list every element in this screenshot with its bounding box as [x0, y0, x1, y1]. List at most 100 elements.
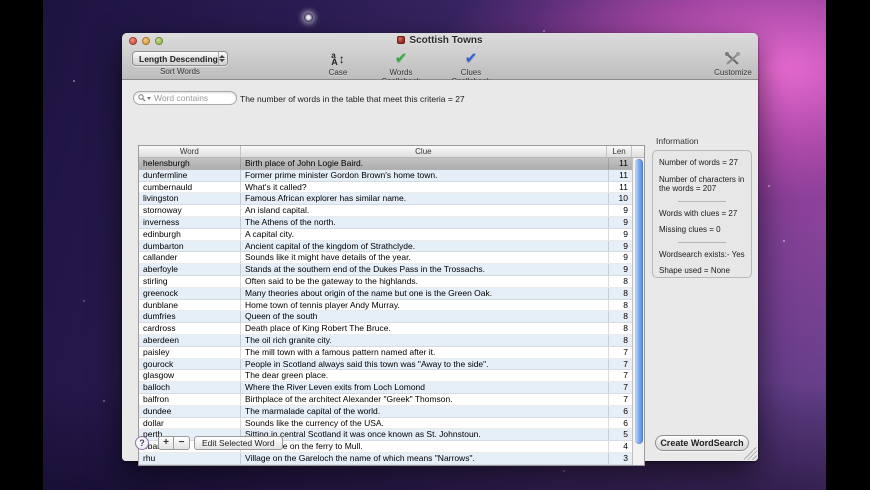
table-row[interactable]: glasgow The dear green place. 7: [139, 370, 644, 383]
scrollbar-thumb[interactable]: [634, 159, 643, 445]
len-cell: 6: [609, 417, 634, 429]
len-cell: 8: [609, 275, 634, 287]
clue-cell: The Athens of the north.: [241, 216, 609, 228]
create-wordsearch-button[interactable]: Create WordSearch: [655, 435, 749, 451]
len-cell: 9: [609, 228, 634, 240]
desktop: Scottish Towns Length Descending Sort Wo…: [0, 0, 870, 490]
word-cell: livingston: [139, 193, 241, 205]
edit-selected-word-button[interactable]: Edit Selected Word: [194, 436, 283, 450]
len-cell: 7: [609, 346, 634, 358]
clue-cell: The dear green place.: [241, 370, 609, 382]
sort-words-popup[interactable]: Length Descending: [132, 51, 228, 66]
table-header: Word Clue Len: [139, 146, 644, 158]
table-row[interactable]: dumbarton Ancient capital of the kingdom…: [139, 240, 644, 253]
table-row[interactable]: helensburgh Birth place of John Logie Ba…: [139, 158, 644, 170]
table-row[interactable]: dumfries Queen of the south 8: [139, 311, 644, 324]
clue-cell: Sounds like it might have details of the…: [241, 252, 609, 264]
search-input[interactable]: Word contains: [133, 91, 237, 105]
sort-words-label: Sort Words: [160, 67, 200, 76]
len-cell: 7: [609, 382, 634, 393]
len-cell: 7: [609, 393, 634, 405]
sort-words-group: Length Descending Sort Words: [130, 51, 230, 76]
len-cell: 11: [609, 181, 634, 193]
table-row[interactable]: edinburgh A capital city. 9: [139, 228, 644, 241]
word-cell: balfron: [139, 393, 241, 405]
column-header-clue[interactable]: Clue: [241, 146, 608, 157]
add-remove-segment: + −: [158, 436, 190, 450]
len-cell: 7: [609, 358, 634, 370]
word-cell: cumbernauld: [139, 181, 241, 193]
word-cell: greenock: [139, 287, 241, 299]
word-cell: glasgow: [139, 370, 241, 382]
table-row[interactable]: dunfermline Former prime minister Gordon…: [139, 169, 644, 182]
info-panel: Number of words = 27 Number of character…: [652, 150, 752, 278]
clue-cell: Home town of tennis player Andy Murray.: [241, 299, 609, 311]
case-button[interactable]: aA ↕ Case: [320, 51, 356, 78]
window-title: Scottish Towns: [409, 35, 483, 46]
vertical-scrollbar[interactable]: [632, 158, 644, 465]
word-cell: callander: [139, 252, 241, 264]
word-cell: dumfries: [139, 311, 241, 323]
column-header-word[interactable]: Word: [139, 146, 241, 157]
table-row[interactable]: dundee The marmalade capital of the worl…: [139, 405, 644, 418]
table-row[interactable]: stirling Often said to be the gateway to…: [139, 275, 644, 288]
add-word-button[interactable]: +: [158, 436, 174, 450]
table-row[interactable]: aberdeen The oil rich granite city. 8: [139, 334, 644, 347]
info-panel-title: Information: [656, 136, 699, 146]
crossed-tools-icon: [725, 52, 740, 65]
clue-cell: People in Scotland always said this town…: [241, 358, 609, 370]
table-row[interactable]: stornoway An island capital. 9: [139, 205, 644, 217]
len-cell: 7: [609, 370, 634, 382]
table-row[interactable]: gourock People in Scotland always said t…: [139, 358, 644, 371]
clue-cell: Many theories about origin of the name b…: [241, 287, 609, 299]
table-row[interactable]: dollar Sounds like the currency of the U…: [139, 417, 644, 430]
window-title-wrap: Scottish Towns: [122, 35, 758, 46]
len-cell: 8: [609, 311, 634, 323]
table-row[interactable]: dunblane Home town of tennis player Andy…: [139, 299, 644, 312]
len-cell: 9: [609, 205, 634, 216]
clue-cell: Ancient capital of the kingdom of Strath…: [241, 240, 609, 252]
table-row[interactable]: inverness The Athens of the north. 9: [139, 216, 644, 229]
window-content: Word contains The number of words in the…: [122, 80, 758, 466]
len-cell: 9: [609, 264, 634, 275]
table-row[interactable]: paisley The mill town with a famous patt…: [139, 346, 644, 359]
resize-grip[interactable]: [744, 447, 757, 460]
help-button[interactable]: ?: [135, 436, 149, 450]
table-row[interactable]: cumbernauld What's it called? 11: [139, 181, 644, 194]
info-divider: [678, 200, 726, 202]
table-row[interactable]: aberfoyle Stands at the southern end of …: [139, 264, 644, 276]
table-row[interactable]: callander Sounds like it might have deta…: [139, 252, 644, 265]
document-proxy-icon: [397, 36, 406, 44]
clue-cell: The oil rich granite city.: [241, 334, 609, 346]
word-cell: edinburgh: [139, 228, 241, 240]
word-cell: dunfermline: [139, 169, 241, 181]
word-cell: paisley: [139, 346, 241, 358]
popup-arrows-icon: [217, 52, 226, 65]
table-row[interactable]: balloch Where the River Leven exits from…: [139, 382, 644, 394]
column-header-len[interactable]: Len: [607, 146, 633, 157]
app-window: Scottish Towns Length Descending Sort Wo…: [122, 33, 758, 466]
window-chrome: Scottish Towns Length Descending Sort Wo…: [122, 33, 758, 86]
table-row[interactable]: balfron Birthplace of the architect Alex…: [139, 393, 644, 406]
info-shape-used: Shape used = None: [659, 266, 730, 275]
word-cell: dundee: [139, 405, 241, 417]
word-cell: stirling: [139, 275, 241, 287]
table-body-wrap: helensburgh Birth place of John Logie Ba…: [139, 158, 644, 465]
clue-cell: What's it called?: [241, 181, 609, 193]
info-divider: [678, 241, 726, 243]
word-cell: stornoway: [139, 205, 241, 216]
len-cell: 8: [609, 323, 634, 334]
word-cell: dollar: [139, 417, 241, 429]
customize-button[interactable]: Customize: [708, 51, 758, 77]
table-row[interactable]: livingston Famous African explorer has s…: [139, 193, 644, 206]
footer-bar: ? + − Edit Selected Word Create WordSear…: [122, 433, 758, 461]
clue-cell: Stands at the southern end of the Dukes …: [241, 264, 609, 275]
table-row[interactable]: greenock Many theories about origin of t…: [139, 287, 644, 300]
table-body: helensburgh Birth place of John Logie Ba…: [139, 158, 644, 465]
case-label: Case: [328, 68, 348, 77]
starfield: [43, 0, 45, 2]
info-wordsearch-exists: Wordsearch exists:- Yes: [659, 249, 745, 259]
remove-word-button[interactable]: −: [174, 436, 190, 450]
table-row[interactable]: cardross Death place of King Robert The …: [139, 323, 644, 335]
titlebar[interactable]: Scottish Towns: [122, 33, 758, 49]
